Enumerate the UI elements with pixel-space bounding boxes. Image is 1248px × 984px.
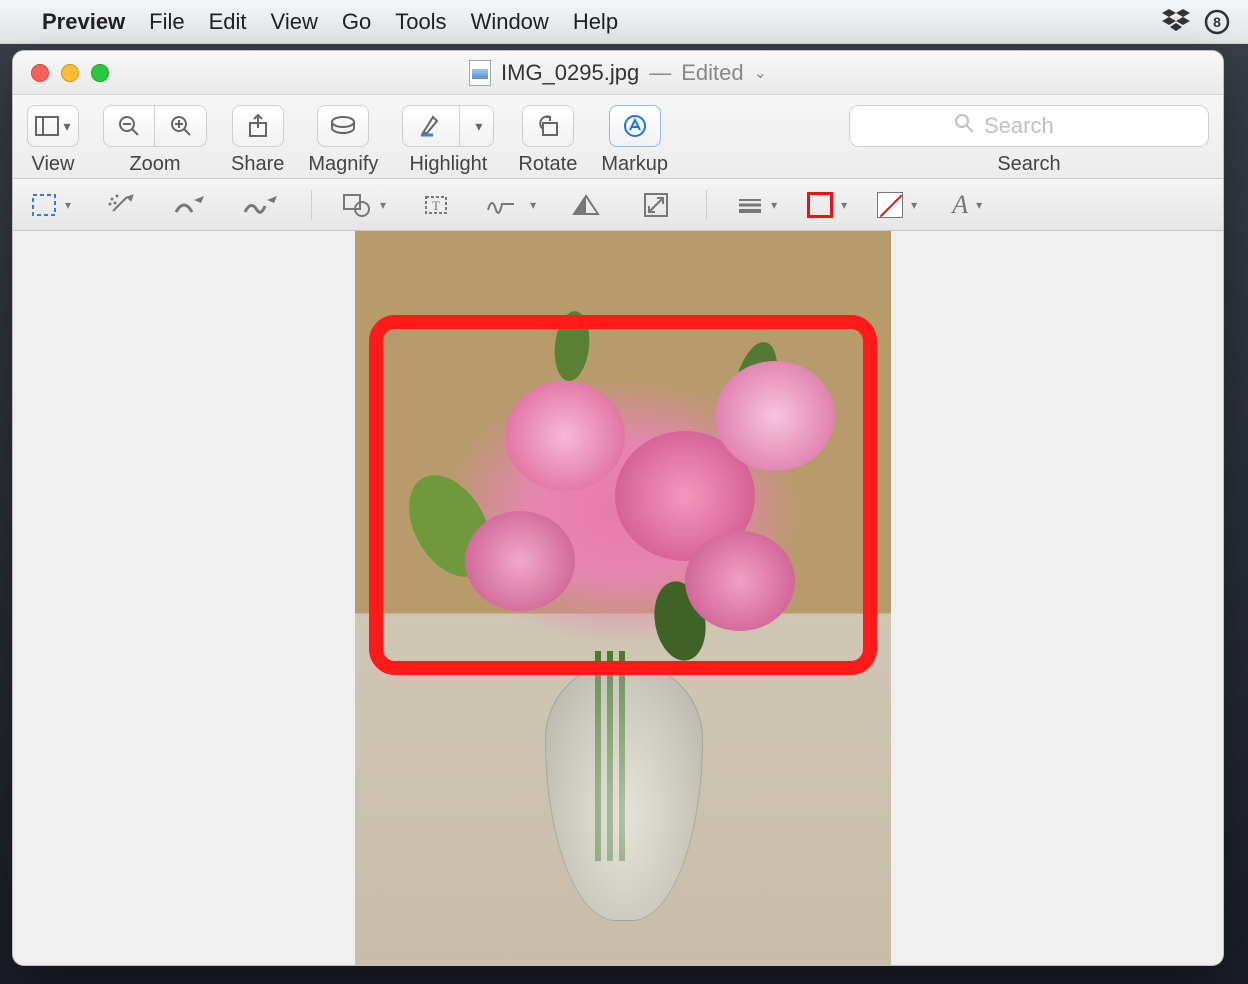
menu-help[interactable]: Help — [573, 9, 618, 35]
window-zoom-button[interactable] — [91, 64, 109, 82]
chevron-down-icon: ▾ — [771, 198, 777, 212]
dropbox-menulet-icon[interactable] — [1162, 9, 1190, 35]
search-input[interactable] — [984, 113, 1104, 139]
chevron-down-icon: ▾ — [63, 118, 70, 135]
markup-toolbar-button[interactable] — [609, 105, 661, 147]
text-tool[interactable]: T — [416, 187, 456, 223]
toolbar-separator — [311, 190, 312, 220]
sign-tool[interactable]: ▾ — [486, 187, 536, 223]
zoom-in-button[interactable] — [155, 105, 207, 147]
shape-style-menu[interactable]: ▾ — [737, 187, 777, 223]
border-color-menu[interactable]: ▾ — [807, 187, 847, 223]
image-canvas[interactable] — [13, 231, 1223, 965]
menu-go[interactable]: Go — [342, 9, 371, 35]
zoom-out-button[interactable] — [103, 105, 155, 147]
toolbar-label-highlight: Highlight — [409, 153, 487, 176]
highlight-menu-button[interactable]: ▾ — [460, 105, 494, 147]
share-button[interactable] — [232, 105, 284, 147]
text-style-menu[interactable]: A ▾ — [947, 187, 987, 223]
app-menu[interactable]: Preview — [42, 9, 125, 35]
window-minimize-button[interactable] — [61, 64, 79, 82]
rectangular-selection-tool[interactable]: ▾ — [31, 187, 71, 223]
toolbar-label-view: View — [32, 153, 75, 176]
system-menubar: Preview File Edit View Go Tools Window H… — [0, 0, 1248, 44]
svg-text:8: 8 — [1213, 14, 1221, 30]
adjust-color-tool[interactable] — [566, 187, 606, 223]
toolbar-label-rotate: Rotate — [518, 153, 577, 176]
toolbar-separator — [706, 190, 707, 220]
svg-text:T: T — [432, 198, 440, 213]
toolbar-label-zoom: Zoom — [129, 153, 180, 176]
chevron-down-icon: ▾ — [976, 198, 982, 212]
chevron-down-icon: ▾ — [911, 198, 917, 212]
window-title-edited: Edited — [681, 60, 743, 86]
toolbar-label-magnify: Magnify — [308, 153, 378, 176]
menu-edit[interactable]: Edit — [209, 9, 247, 35]
window-close-button[interactable] — [31, 64, 49, 82]
toolbar-label-search: Search — [997, 153, 1060, 176]
title-dropdown-chevron-icon: ⌄ — [754, 63, 767, 83]
fill-color-swatch — [877, 192, 903, 218]
adjust-size-tool[interactable] — [636, 187, 676, 223]
fill-color-menu[interactable]: ▾ — [877, 187, 917, 223]
updates-menulet-icon[interactable]: 8 — [1204, 9, 1230, 35]
markup-toolbar: ▾ ▾ T ▾ ▾ — [13, 179, 1223, 231]
shapes-tool[interactable]: ▾ — [342, 187, 386, 223]
search-field[interactable] — [849, 105, 1209, 147]
border-color-swatch — [807, 192, 833, 218]
chevron-down-icon: ▾ — [65, 198, 71, 212]
sketch-tool[interactable] — [171, 187, 211, 223]
text-style-icon: A — [952, 190, 968, 220]
chevron-down-icon: ▾ — [841, 198, 847, 212]
window-titlebar[interactable]: IMG_0295.jpg — Edited ⌄ — [13, 51, 1223, 95]
highlight-button[interactable] — [402, 105, 460, 147]
draw-tool[interactable] — [241, 187, 281, 223]
preview-window: IMG_0295.jpg — Edited ⌄ ▾ View — [12, 50, 1224, 966]
view-mode-button[interactable]: ▾ — [27, 105, 79, 147]
window-title-filename: IMG_0295.jpg — [501, 60, 639, 86]
toolbar-label-markup: Markup — [601, 153, 668, 176]
window-title-dash: — — [649, 60, 671, 86]
chevron-down-icon: ▾ — [380, 198, 386, 212]
magnify-button[interactable] — [317, 105, 369, 147]
search-icon — [954, 113, 974, 139]
menu-view[interactable]: View — [271, 9, 318, 35]
rectangle-annotation[interactable] — [369, 315, 877, 675]
toolbar-label-share: Share — [231, 153, 284, 176]
rotate-button[interactable] — [522, 105, 574, 147]
document-proxy-icon — [469, 60, 491, 86]
menu-window[interactable]: Window — [471, 9, 549, 35]
chevron-down-icon: ▾ — [475, 118, 482, 135]
chevron-down-icon: ▾ — [530, 198, 536, 212]
menu-tools[interactable]: Tools — [395, 9, 446, 35]
instant-alpha-tool[interactable] — [101, 187, 141, 223]
menu-file[interactable]: File — [149, 9, 184, 35]
main-toolbar: ▾ View Zoom Share — [13, 95, 1223, 179]
